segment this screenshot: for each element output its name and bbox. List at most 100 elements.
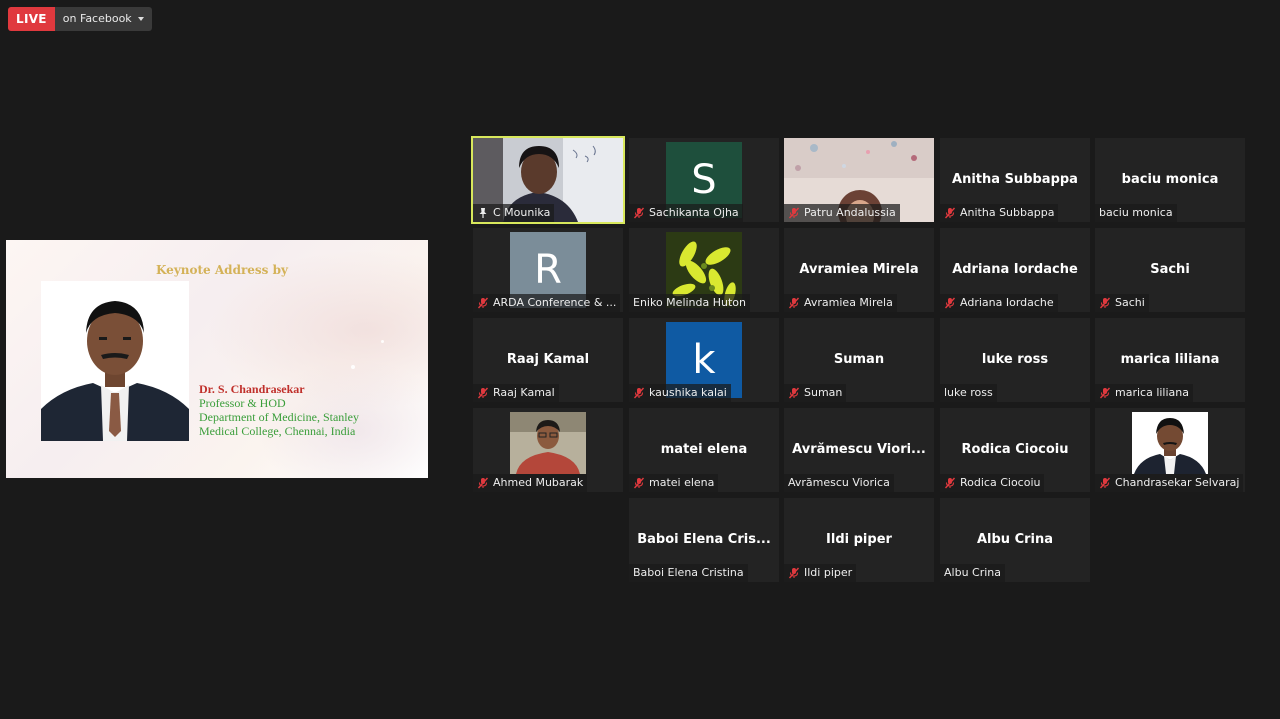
shared-screen: Keynote Address by Dr. S. Chandrasekar P… <box>6 240 428 478</box>
participant-tile[interactable]: R ARDA Conference & ... <box>473 228 623 312</box>
muted-mic-icon <box>477 477 489 489</box>
participant-display-name: Avrămescu Viori... <box>792 442 926 457</box>
participant-name-label: Suman <box>784 384 847 402</box>
participant-display-name: Albu Crina <box>976 532 1054 547</box>
muted-mic-icon <box>944 207 956 219</box>
participant-tile[interactable]: Sachi Sachi <box>1095 228 1245 312</box>
participant-name: Anitha Subbappa <box>960 206 1055 219</box>
participant-display-name: luke ross <box>981 352 1049 367</box>
participant-tile[interactable]: Chandrasekar Selvaraj <box>1095 408 1245 492</box>
participant-name-label: Baboi Elena Cristina <box>629 564 748 582</box>
participant-tile[interactable]: marica liliana marica liliana <box>1095 318 1245 402</box>
muted-mic-icon <box>944 297 956 309</box>
participant-tile[interactable]: Suman Suman <box>784 318 934 402</box>
muted-mic-icon <box>477 387 489 399</box>
participant-name-label: Ahmed Mubarak <box>473 474 588 492</box>
live-destination-dropdown[interactable]: on Facebook <box>54 7 152 31</box>
participant-name-label: matei elena <box>629 474 719 492</box>
muted-mic-icon <box>1099 387 1111 399</box>
decor-dot <box>381 340 384 343</box>
speaker-department: Department of Medicine, Stanley <box>199 410 359 424</box>
participant-tile[interactable]: Raaj Kamal Raaj Kamal <box>473 318 623 402</box>
participant-name: matei elena <box>649 476 715 489</box>
participant-tile[interactable]: Anitha Subbappa Anitha Subbappa <box>940 138 1090 222</box>
live-destination-label: on Facebook <box>62 12 132 25</box>
participant-display-name: Raaj Kamal <box>506 352 590 367</box>
participant-name: ARDA Conference & ... <box>493 296 617 309</box>
participant-name-label: baciu monica <box>1095 204 1177 222</box>
muted-mic-icon <box>633 477 645 489</box>
participant-name-label: Rodica Ciocoiu <box>940 474 1045 492</box>
participant-tile[interactable]: baciu monica baciu monica <box>1095 138 1245 222</box>
participant-display-name: Avramiea Mirela <box>799 262 919 277</box>
participant-name: Sachi <box>1115 296 1145 309</box>
participant-display-name: matei elena <box>660 442 748 457</box>
speaker-name: Dr. S. Chandrasekar <box>199 382 305 396</box>
speaker-details: Dr. S. Chandrasekar Professor & HOD Depa… <box>199 382 359 438</box>
muted-mic-icon <box>633 387 645 399</box>
muted-mic-icon <box>788 567 800 579</box>
muted-mic-icon <box>1099 297 1111 309</box>
participant-name: Chandrasekar Selvaraj <box>1115 476 1240 489</box>
participant-tile[interactable]: Eniko Melinda Huton <box>629 228 779 312</box>
participant-tile[interactable]: matei elena matei elena <box>629 408 779 492</box>
decor-dot <box>351 365 355 369</box>
muted-mic-icon <box>788 207 800 219</box>
participant-name-label: Eniko Melinda Huton <box>629 294 751 312</box>
participant-name-label: ARDA Conference & ... <box>473 294 621 312</box>
participant-name: Raaj Kamal <box>493 386 555 399</box>
participant-name: Ildi piper <box>804 566 853 579</box>
participant-display-name: Rodica Ciocoiu <box>961 442 1069 457</box>
participant-display-name: baciu monica <box>1121 172 1219 187</box>
participant-tile[interactable]: k kaushika kalai <box>629 318 779 402</box>
participant-tile[interactable]: Ildi piper Ildi piper <box>784 498 934 582</box>
participant-name-label: Chandrasekar Selvaraj <box>1095 474 1244 492</box>
keynote-heading: Keynote Address by <box>156 263 288 277</box>
participant-tile[interactable]: Ahmed Mubarak <box>473 408 623 492</box>
speaker-institution: Medical College, Chennai, India <box>199 424 356 438</box>
muted-mic-icon <box>788 297 800 309</box>
participant-tile[interactable]: Adriana Iordache Adriana Iordache <box>940 228 1090 312</box>
participant-name: kaushika kalai <box>649 386 727 399</box>
muted-mic-icon <box>944 477 956 489</box>
chevron-down-icon <box>137 17 144 21</box>
participant-name-label: Avramiea Mirela <box>784 294 897 312</box>
participant-tile[interactable]: luke ross luke ross <box>940 318 1090 402</box>
participant-name-label: marica liliana <box>1095 384 1193 402</box>
participant-name: Ahmed Mubarak <box>493 476 584 489</box>
muted-mic-icon <box>1099 477 1111 489</box>
participant-display-name: Baboi Elena Cris... <box>637 532 771 547</box>
participant-tile[interactable]: Avramiea Mirela Avramiea Mirela <box>784 228 934 312</box>
participant-name: Rodica Ciocoiu <box>960 476 1041 489</box>
participant-name-label: Albu Crina <box>940 564 1006 582</box>
participant-tile[interactable]: S Sachikanta Ojha <box>629 138 779 222</box>
participant-name-label: C Mounika <box>473 204 555 222</box>
participant-name: Sachikanta Ojha <box>649 206 739 219</box>
participant-name-label: Anitha Subbappa <box>940 204 1059 222</box>
participant-tile[interactable]: C Mounika <box>471 136 625 224</box>
participant-display-name: marica liliana <box>1120 352 1220 367</box>
participant-name-label: Sachi <box>1095 294 1149 312</box>
participant-name: Adriana Iordache <box>960 296 1054 309</box>
participant-name-label: luke ross <box>940 384 997 402</box>
participant-name: marica liliana <box>1115 386 1189 399</box>
muted-mic-icon <box>633 207 645 219</box>
participant-tile[interactable]: Rodica Ciocoiu Rodica Ciocoiu <box>940 408 1090 492</box>
participant-display-name: Ildi piper <box>826 532 892 547</box>
speaker-photo <box>41 281 189 441</box>
participant-tile[interactable]: Patru Andalussia <box>784 138 934 222</box>
participant-name: Albu Crina <box>944 566 1002 579</box>
participant-display-name: Anitha Subbappa <box>952 172 1078 187</box>
participant-name-label: Raaj Kamal <box>473 384 559 402</box>
live-indicator[interactable]: LIVE on Facebook <box>8 7 152 31</box>
participant-display-name: Suman <box>833 352 885 367</box>
participant-display-name: Adriana Iordache <box>952 262 1078 277</box>
participant-name: baciu monica <box>1099 206 1173 219</box>
muted-mic-icon <box>788 387 800 399</box>
participant-tile[interactable]: Baboi Elena Cris... Baboi Elena Cristina <box>629 498 779 582</box>
participant-tile[interactable]: Albu Crina Albu Crina <box>940 498 1090 582</box>
participant-display-name: Sachi <box>1150 262 1190 277</box>
participant-name: Avrămescu Viorica <box>788 476 890 489</box>
muted-mic-icon <box>477 297 489 309</box>
participant-tile[interactable]: Avrămescu Viori... Avrămescu Viorica <box>784 408 934 492</box>
